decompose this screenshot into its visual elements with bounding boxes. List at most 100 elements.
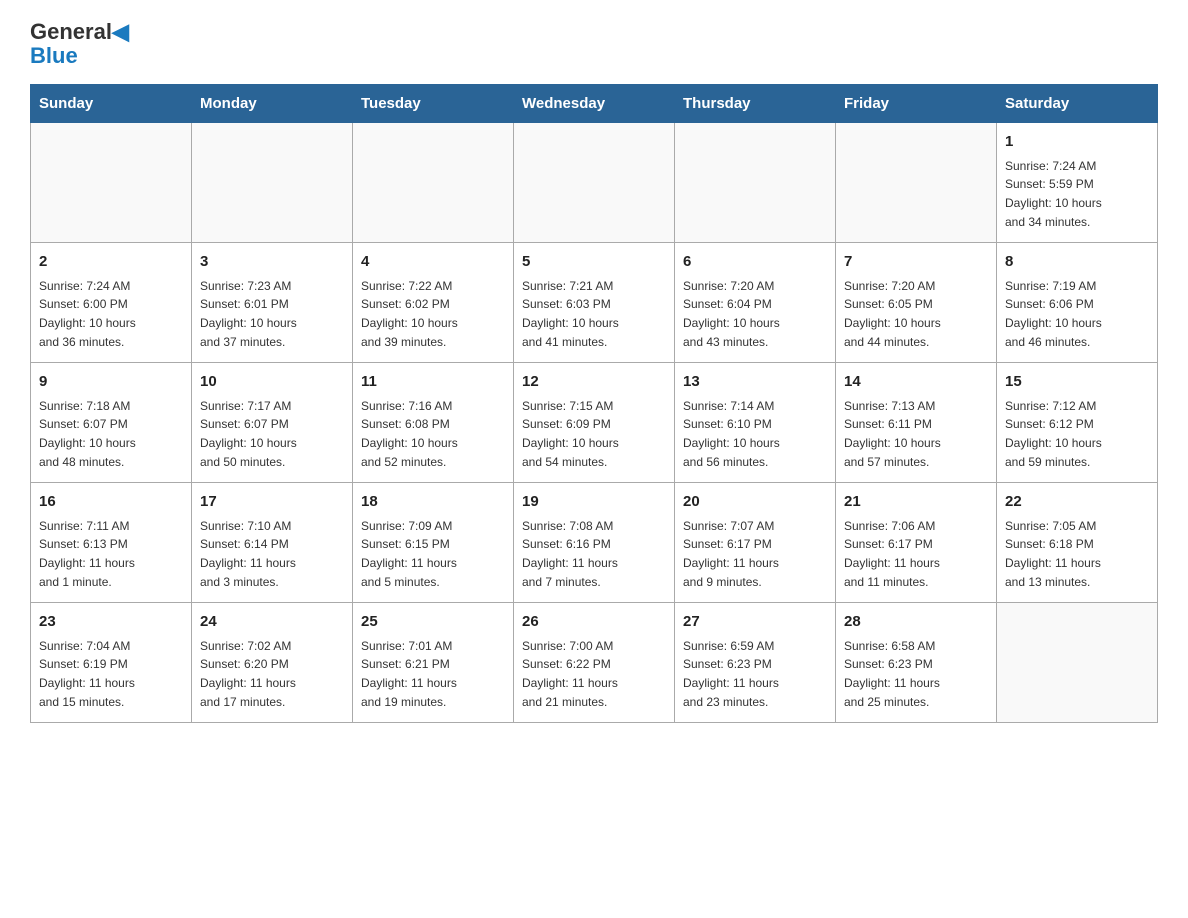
week-row-5: 23Sunrise: 7:04 AMSunset: 6:19 PMDayligh… [31,603,1158,723]
day-number: 9 [39,371,183,394]
col-header-friday: Friday [836,85,997,123]
week-row-1: 1 Sunrise: 7:24 AMSunset: 5:59 PMDaylight… [31,123,1158,243]
day-info: Sunrise: 7:23 AMSunset: 6:01 PMDaylight:… [200,277,344,351]
day-number: 6 [683,251,827,274]
week-row-2: 2 Sunrise: 7:24 AMSunset: 6:00 PMDaylight… [31,243,1158,363]
logo-triangle: ◀ [112,19,129,44]
day-cell [997,603,1158,723]
day-number: 22 [1005,491,1149,514]
day-cell: 22 Sunrise: 7:05 AMSunset: 6:18 PMDayligh… [997,483,1158,603]
day-info: Sunrise: 7:06 AMSunset: 6:17 PMDaylight:… [844,517,988,591]
day-cell: 17Sunrise: 7:10 AMSunset: 6:14 PMDayligh… [192,483,353,603]
day-info: Sunrise: 7:09 AMSunset: 6:15 PMDaylight:… [361,517,505,591]
day-number: 19 [522,491,666,514]
day-info: Sunrise: 7:21 AMSunset: 6:03 PMDaylight:… [522,277,666,351]
day-info: Sunrise: 7:20 AMSunset: 6:05 PMDaylight:… [844,277,988,351]
calendar-table: SundayMondayTuesdayWednesdayThursdayFrid… [30,84,1158,723]
day-info: Sunrise: 7:05 AMSunset: 6:18 PMDaylight:… [1005,517,1149,591]
day-number: 21 [844,491,988,514]
day-info: Sunrise: 6:58 AMSunset: 6:23 PMDaylight:… [844,637,988,711]
day-number: 4 [361,251,505,274]
day-number: 1 [1005,131,1149,154]
day-cell [192,123,353,243]
day-info: Sunrise: 7:24 AMSunset: 5:59 PMDaylight:… [1005,157,1149,231]
day-number: 12 [522,371,666,394]
day-info: Sunrise: 7:24 AMSunset: 6:00 PMDaylight:… [39,277,183,351]
day-info: Sunrise: 6:59 AMSunset: 6:23 PMDaylight:… [683,637,827,711]
day-info: Sunrise: 7:20 AMSunset: 6:04 PMDaylight:… [683,277,827,351]
day-info: Sunrise: 7:14 AMSunset: 6:10 PMDaylight:… [683,397,827,471]
page-header: General◀ Blue [30,20,1158,68]
day-number: 2 [39,251,183,274]
day-info: Sunrise: 7:19 AMSunset: 6:06 PMDaylight:… [1005,277,1149,351]
day-cell: 10 Sunrise: 7:17 AMSunset: 6:07 PMDayligh… [192,363,353,483]
day-cell: 27 Sunrise: 6:59 AMSunset: 6:23 PMDayligh… [675,603,836,723]
logo-wordmark: General◀ Blue [30,20,129,68]
day-info: Sunrise: 7:08 AMSunset: 6:16 PMDaylight:… [522,517,666,591]
day-info: Sunrise: 7:07 AMSunset: 6:17 PMDaylight:… [683,517,827,591]
day-cell: 11Sunrise: 7:16 AMSunset: 6:08 PMDayligh… [353,363,514,483]
logo-general: General [30,19,112,44]
day-cell: 25Sunrise: 7:01 AMSunset: 6:21 PMDayligh… [353,603,514,723]
col-header-thursday: Thursday [675,85,836,123]
day-cell: 19 Sunrise: 7:08 AMSunset: 6:16 PMDayligh… [514,483,675,603]
day-number: 18 [361,491,505,514]
logo: General◀ Blue [30,20,129,68]
day-number: 14 [844,371,988,394]
day-cell: 15 Sunrise: 7:12 AMSunset: 6:12 PMDayligh… [997,363,1158,483]
day-number: 7 [844,251,988,274]
col-header-wednesday: Wednesday [514,85,675,123]
calendar-header-row: SundayMondayTuesdayWednesdayThursdayFrid… [31,85,1158,123]
day-number: 13 [683,371,827,394]
day-info: Sunrise: 7:12 AMSunset: 6:12 PMDaylight:… [1005,397,1149,471]
day-number: 27 [683,611,827,634]
day-cell [836,123,997,243]
day-cell: 14 Sunrise: 7:13 AMSunset: 6:11 PMDayligh… [836,363,997,483]
day-number: 20 [683,491,827,514]
day-cell: 3 Sunrise: 7:23 AMSunset: 6:01 PMDaylight… [192,243,353,363]
col-header-saturday: Saturday [997,85,1158,123]
day-number: 5 [522,251,666,274]
day-info: Sunrise: 7:13 AMSunset: 6:11 PMDaylight:… [844,397,988,471]
day-cell: 13 Sunrise: 7:14 AMSunset: 6:10 PMDayligh… [675,363,836,483]
logo-blue: Blue [30,43,78,68]
day-number: 10 [200,371,344,394]
day-cell: 18 Sunrise: 7:09 AMSunset: 6:15 PMDayligh… [353,483,514,603]
day-number: 15 [1005,371,1149,394]
day-info: Sunrise: 7:18 AMSunset: 6:07 PMDaylight:… [39,397,183,471]
day-cell: 5 Sunrise: 7:21 AMSunset: 6:03 PMDaylight… [514,243,675,363]
day-number: 26 [522,611,666,634]
day-cell: 16 Sunrise: 7:11 AMSunset: 6:13 PMDayligh… [31,483,192,603]
week-row-4: 16 Sunrise: 7:11 AMSunset: 6:13 PMDayligh… [31,483,1158,603]
day-cell: 9 Sunrise: 7:18 AMSunset: 6:07 PMDaylight… [31,363,192,483]
day-number: 25 [361,611,505,634]
day-cell: 4 Sunrise: 7:22 AMSunset: 6:02 PMDaylight… [353,243,514,363]
col-header-sunday: Sunday [31,85,192,123]
day-cell: 1 Sunrise: 7:24 AMSunset: 5:59 PMDaylight… [997,123,1158,243]
day-info: Sunrise: 7:22 AMSunset: 6:02 PMDaylight:… [361,277,505,351]
day-info: Sunrise: 7:16 AMSunset: 6:08 PMDaylight:… [361,397,505,471]
day-number: 24 [200,611,344,634]
day-cell: 12 Sunrise: 7:15 AMSunset: 6:09 PMDayligh… [514,363,675,483]
day-cell [675,123,836,243]
day-cell: 7 Sunrise: 7:20 AMSunset: 6:05 PMDaylight… [836,243,997,363]
day-info: Sunrise: 7:02 AMSunset: 6:20 PMDaylight:… [200,637,344,711]
day-number: 16 [39,491,183,514]
day-info: Sunrise: 7:17 AMSunset: 6:07 PMDaylight:… [200,397,344,471]
day-info: Sunrise: 7:11 AMSunset: 6:13 PMDaylight:… [39,517,183,591]
day-cell: 26 Sunrise: 7:00 AMSunset: 6:22 PMDayligh… [514,603,675,723]
day-info: Sunrise: 7:15 AMSunset: 6:09 PMDaylight:… [522,397,666,471]
week-row-3: 9 Sunrise: 7:18 AMSunset: 6:07 PMDaylight… [31,363,1158,483]
day-number: 3 [200,251,344,274]
day-number: 8 [1005,251,1149,274]
day-cell: 21 Sunrise: 7:06 AMSunset: 6:17 PMDayligh… [836,483,997,603]
day-number: 23 [39,611,183,634]
day-cell: 23Sunrise: 7:04 AMSunset: 6:19 PMDayligh… [31,603,192,723]
day-cell: 6 Sunrise: 7:20 AMSunset: 6:04 PMDaylight… [675,243,836,363]
day-cell: 20 Sunrise: 7:07 AMSunset: 6:17 PMDayligh… [675,483,836,603]
day-cell [353,123,514,243]
day-number: 17 [200,491,344,514]
day-cell: 8 Sunrise: 7:19 AMSunset: 6:06 PMDaylight… [997,243,1158,363]
day-cell: 2 Sunrise: 7:24 AMSunset: 6:00 PMDaylight… [31,243,192,363]
day-info: Sunrise: 7:00 AMSunset: 6:22 PMDaylight:… [522,637,666,711]
